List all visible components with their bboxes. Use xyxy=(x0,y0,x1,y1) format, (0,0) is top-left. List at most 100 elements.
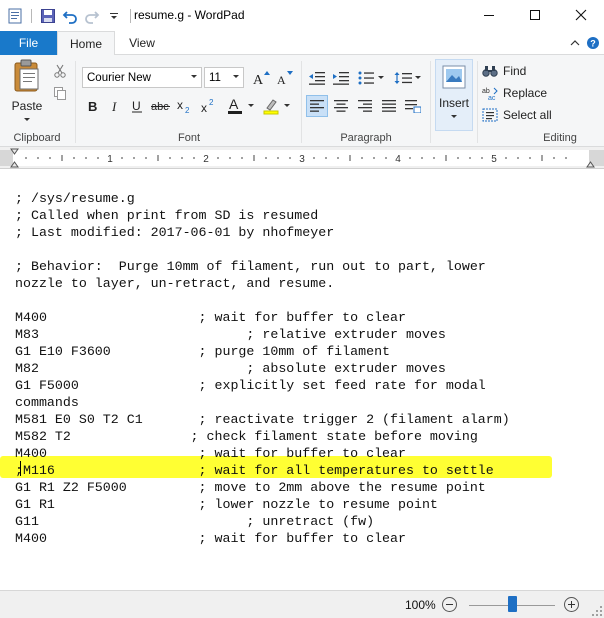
replace-icon: abac xyxy=(482,87,498,100)
increase-indent-button[interactable] xyxy=(330,67,352,89)
paragraph-settings-icon xyxy=(405,100,421,113)
minimize-button[interactable] xyxy=(466,0,512,30)
clipboard-group: Paste Clipboard xyxy=(0,55,74,147)
underline-icon: U xyxy=(132,99,142,113)
shrink-font-icon: A xyxy=(277,71,293,86)
shrink-font-button[interactable]: A xyxy=(274,67,296,89)
decrease-indent-button[interactable] xyxy=(306,67,328,89)
svg-text:B: B xyxy=(88,99,97,113)
text-line[interactable]: G11 ; unretract (fw) xyxy=(15,513,510,530)
redo-icon[interactable] xyxy=(81,6,103,26)
select-all-label: Select all xyxy=(503,108,552,122)
text-line[interactable]: G1 R1 Z2 F5000 ; move to 2mm above the r… xyxy=(15,479,510,496)
ruler[interactable]: 1 2 3 4 5 xyxy=(0,147,604,169)
strikethrough-button[interactable]: abc xyxy=(149,95,173,117)
align-left-button[interactable] xyxy=(306,95,328,117)
maximize-button[interactable] xyxy=(512,0,558,30)
font-family-dropdown[interactable]: Courier New xyxy=(82,67,202,88)
ruler-tick xyxy=(73,157,75,159)
ruler-tick xyxy=(445,155,447,161)
copy-button[interactable] xyxy=(50,83,70,103)
font-size-dropdown[interactable]: 11 xyxy=(204,67,244,88)
line-spacing-button[interactable] xyxy=(392,67,424,89)
editing-group-label: Editing xyxy=(543,132,577,144)
text-line[interactable]: M400 ; wait for buffer to clear xyxy=(15,445,510,462)
minimize-icon xyxy=(484,15,494,16)
align-right-button[interactable] xyxy=(354,95,376,117)
ruler-tick xyxy=(469,157,471,159)
grow-font-button[interactable]: A xyxy=(250,67,272,89)
ruler-number: 3 xyxy=(299,154,305,165)
wordpad-app-icon[interactable] xyxy=(4,6,26,26)
scissors-icon xyxy=(54,64,66,78)
align-center-button[interactable] xyxy=(330,95,352,117)
subscript-icon: x2 xyxy=(177,99,190,113)
undo-icon[interactable] xyxy=(59,6,81,26)
text-line[interactable]: nozzle to layer, un-retract, and resume. xyxy=(15,275,510,292)
text-line[interactable]: G1 F5000 ; explicitly set feed rate for … xyxy=(15,377,510,394)
superscript-button[interactable]: x2 xyxy=(199,95,221,117)
paragraph-settings-button[interactable] xyxy=(402,95,424,117)
tab-file[interactable]: File xyxy=(0,31,57,55)
find-button[interactable]: Find xyxy=(482,61,552,81)
close-button[interactable] xyxy=(558,0,604,30)
text-line[interactable]: M400 ; wait for buffer to clear xyxy=(15,309,510,326)
ruler-number: 1 xyxy=(107,154,113,165)
paste-button[interactable]: Paste xyxy=(6,59,48,129)
bold-button[interactable]: B xyxy=(83,95,103,117)
insert-button[interactable]: Insert xyxy=(435,59,473,131)
replace-button[interactable]: ab ac Replace xyxy=(482,83,562,103)
document-area[interactable]: ; /sys/resume.g; Called when print from … xyxy=(0,170,604,588)
text-line[interactable]: M400 ; wait for buffer to clear xyxy=(15,530,510,547)
text-line[interactable]: ; Called when print from SD is resumed xyxy=(15,207,510,224)
zoom-out-button[interactable] xyxy=(442,597,457,612)
resize-grip-icon[interactable] xyxy=(592,606,602,616)
chevron-up-icon xyxy=(570,40,580,46)
justify-button[interactable] xyxy=(378,95,400,117)
text-line[interactable] xyxy=(15,292,510,309)
ruler-tick xyxy=(85,157,87,159)
help-button[interactable]: ? xyxy=(585,35,601,51)
select-all-button[interactable]: Select all xyxy=(482,105,572,125)
paste-icon xyxy=(14,59,39,92)
text-line[interactable]: G1 R1 ; lower nozzle to resume point xyxy=(15,496,510,513)
highlight-color-button[interactable] xyxy=(261,95,295,117)
text-line[interactable] xyxy=(15,241,510,258)
grow-font-icon: A xyxy=(253,71,270,86)
text-line[interactable]: M83 ; relative extruder moves xyxy=(15,326,510,343)
find-label: Find xyxy=(503,64,527,78)
text-line[interactable]: commands xyxy=(15,394,510,411)
tab-home[interactable]: Home xyxy=(57,31,115,56)
ruler-tick xyxy=(313,157,315,159)
highlighted-text-line[interactable]: ;M116 ; wait for all temperatures to set… xyxy=(15,462,510,479)
maximize-icon xyxy=(530,10,540,20)
underline-button[interactable]: U xyxy=(127,95,147,117)
zoom-slider-thumb[interactable] xyxy=(507,596,517,612)
ruler-tick xyxy=(541,155,543,161)
subscript-button[interactable]: x2 xyxy=(175,95,197,117)
zoom-in-button[interactable] xyxy=(564,597,579,612)
text-line[interactable]: M582 T2 ; check filament state before mo… xyxy=(15,428,510,445)
text-line[interactable]: G1 E10 F3600 ; purge 10mm of filament xyxy=(15,343,510,360)
italic-button[interactable]: I xyxy=(105,95,125,117)
ruler-tick xyxy=(385,157,387,159)
document-text[interactable]: ; /sys/resume.g; Called when print from … xyxy=(15,190,510,547)
customize-qat-icon[interactable] xyxy=(103,6,125,26)
text-line[interactable]: M82 ; absolute extruder moves xyxy=(15,360,510,377)
text-line[interactable]: M581 E0 S0 T2 C1 ; reactivate trigger 2 … xyxy=(15,411,510,428)
minimize-ribbon-button[interactable] xyxy=(568,35,582,51)
text-line[interactable]: ; /sys/resume.g xyxy=(15,190,510,207)
text-line[interactable]: ; Behavior: Purge 10mm of filament, run … xyxy=(15,258,510,275)
text-line[interactable]: ; Last modified: 2017-06-01 by nhofmeyer xyxy=(15,224,510,241)
insert-picture-icon xyxy=(442,65,466,89)
ruler-number: 4 xyxy=(395,154,401,165)
bullets-button[interactable] xyxy=(356,67,388,89)
justify-icon xyxy=(382,100,396,112)
tab-view[interactable]: View xyxy=(118,31,166,55)
highlighter-icon xyxy=(263,99,290,115)
svg-text:ab: ab xyxy=(482,88,490,95)
text-color-button[interactable]: A xyxy=(225,95,259,117)
save-icon[interactable] xyxy=(37,6,59,26)
cut-button[interactable] xyxy=(50,61,70,81)
ruler-tick xyxy=(37,157,39,159)
